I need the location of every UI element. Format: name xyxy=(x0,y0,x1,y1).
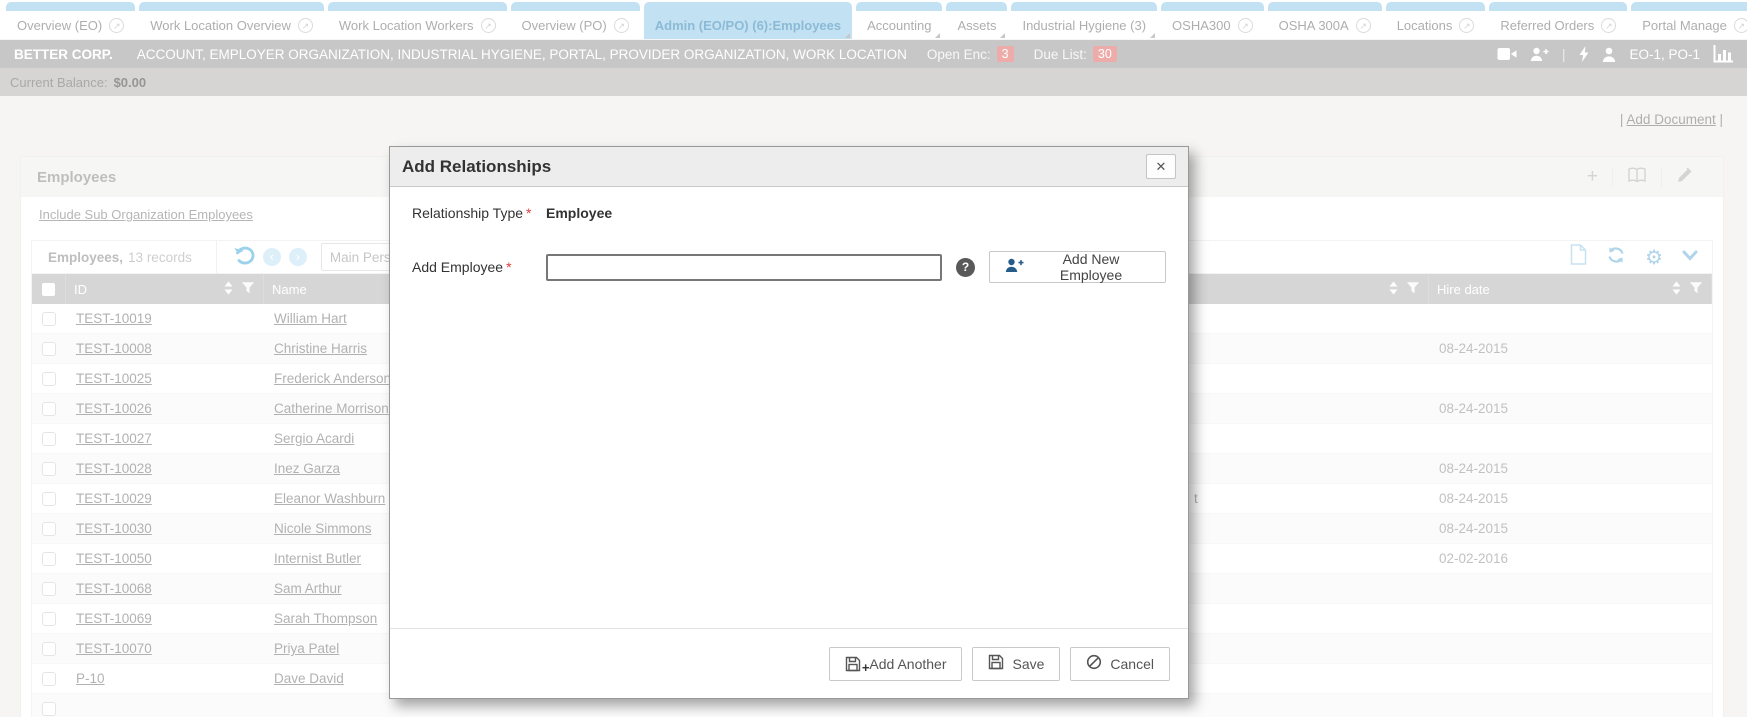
button-label: Cancel xyxy=(1110,656,1154,672)
save-plus-icon: + xyxy=(845,656,861,672)
cancel-button[interactable]: Cancel xyxy=(1070,647,1170,681)
add-relationships-dialog: Add Relationships ✕ Relationship Type* E… xyxy=(389,146,1189,699)
add-another-button[interactable]: + Add Another xyxy=(829,647,962,681)
required-asterisk: * xyxy=(526,205,531,221)
add-employee-input[interactable] xyxy=(546,254,942,281)
required-asterisk: * xyxy=(506,259,511,275)
add-new-employee-button[interactable]: Add New Employee xyxy=(989,251,1166,283)
help-icon[interactable]: ? xyxy=(956,258,975,277)
dialog-title: Add Relationships xyxy=(402,157,551,177)
add-employee-label: Add Employee* xyxy=(412,259,546,275)
dialog-body: Relationship Type* Employee Add Employee… xyxy=(390,187,1188,628)
close-icon[interactable]: ✕ xyxy=(1146,154,1176,179)
relationship-type-row: Relationship Type* Employee xyxy=(412,205,1166,221)
cancel-icon xyxy=(1086,654,1102,673)
relationship-type-value: Employee xyxy=(546,205,612,221)
save-icon xyxy=(988,654,1004,673)
save-button[interactable]: Save xyxy=(972,647,1060,681)
button-label: Add Another xyxy=(869,656,946,672)
add-person-icon xyxy=(1005,258,1024,276)
add-employee-row: Add Employee* ? Add New Employee xyxy=(412,251,1166,283)
dialog-footer: + Add Another Save Cancel xyxy=(390,628,1188,698)
dialog-header: Add Relationships ✕ xyxy=(390,147,1188,187)
button-label: Save xyxy=(1012,656,1044,672)
button-label: Add New Employee xyxy=(1032,251,1150,283)
relationship-type-label: Relationship Type* xyxy=(412,205,546,221)
